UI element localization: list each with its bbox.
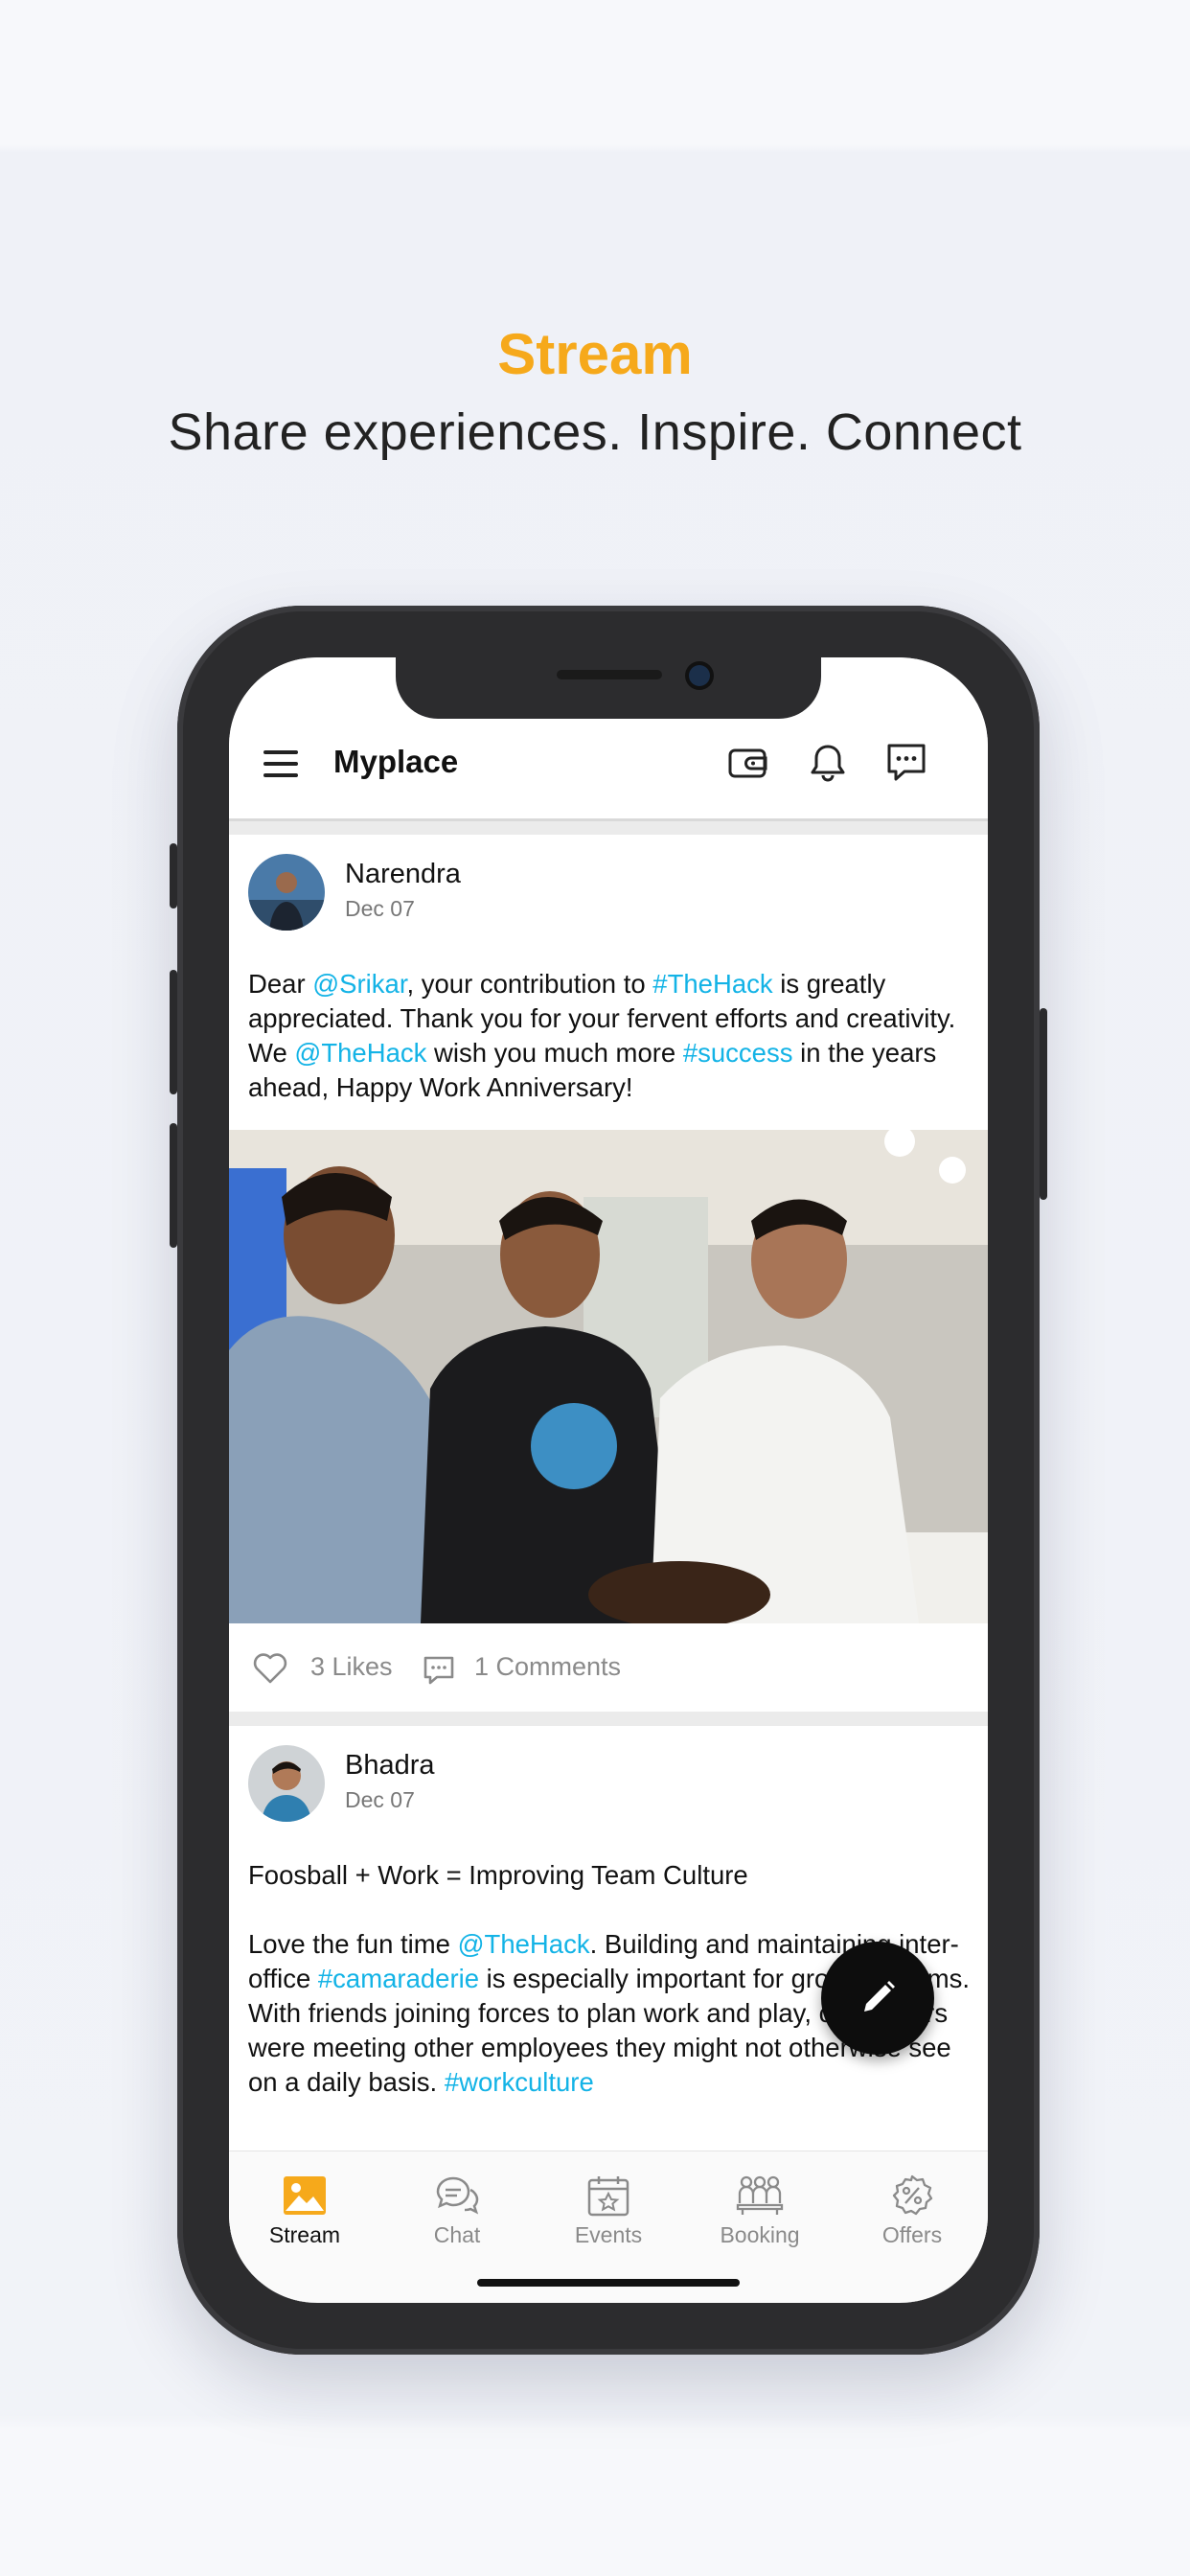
nav-label: Chat — [433, 2222, 481, 2247]
nav-item-stream[interactable]: Stream — [238, 2174, 372, 2248]
post-tag-link[interactable]: #camaraderie — [318, 1964, 479, 1993]
hamburger-menu-icon[interactable] — [263, 750, 298, 777]
post-text-segment: Dear — [248, 969, 313, 999]
bell-icon[interactable] — [805, 740, 851, 786]
mute-switch — [170, 843, 177, 908]
heart-icon[interactable] — [252, 1652, 288, 1685]
post-date: Dec 07 — [345, 896, 415, 921]
compose-post-button[interactable] — [821, 1942, 934, 2055]
front-camera — [689, 665, 710, 686]
nav-item-chat[interactable]: Chat — [390, 2174, 524, 2248]
discount-icon — [892, 2174, 933, 2216]
chat-bubble-icon[interactable] — [883, 740, 929, 786]
post-date: Dec 07 — [345, 1787, 415, 1812]
comment-icon[interactable] — [423, 1655, 455, 1686]
volume-up-button — [170, 970, 177, 1094]
nav-label: Events — [574, 2222, 643, 2247]
post-photo[interactable] — [229, 1130, 988, 1623]
post-author[interactable]: Bhadra — [345, 1750, 435, 1782]
phone-screen: Myplace Narendra Dec 07 Dear @Srikar, yo… — [229, 657, 988, 2303]
notch — [396, 657, 821, 719]
post-tag-link[interactable]: @Srikar — [312, 969, 406, 999]
post-tag-link[interactable]: #TheHack — [652, 969, 772, 999]
power-button — [1040, 1008, 1047, 1200]
post-tag-link[interactable]: @TheHack — [294, 1038, 426, 1068]
volume-down-button — [170, 1123, 177, 1248]
post-tag-link[interactable]: @TheHack — [458, 1929, 590, 1959]
promo-title: Stream — [497, 322, 693, 386]
avatar[interactable] — [248, 1745, 325, 1822]
home-indicator[interactable] — [477, 2279, 740, 2287]
phone-mockup: Myplace Narendra Dec 07 Dear @Srikar, yo… — [170, 606, 1047, 2355]
nav-label: Booking — [720, 2222, 800, 2247]
post-card: Narendra Dec 07 Dear @Srikar, your contr… — [229, 835, 988, 1712]
speaker — [557, 670, 662, 679]
promo-subtitle: Share experiences. Inspire. Connect — [168, 403, 1022, 461]
calendar-icon — [587, 2176, 629, 2217]
post-tag-link[interactable]: #success — [683, 1038, 793, 1068]
people-icon — [736, 2175, 784, 2215]
nav-label: Stream — [268, 2222, 341, 2247]
avatar[interactable] — [248, 854, 325, 931]
post-body: Dear @Srikar, your contribution to #TheH… — [248, 967, 976, 1105]
nav-item-booking[interactable]: Booking — [693, 2174, 827, 2248]
post-actions: 3 Likes 1 Comments — [229, 1623, 988, 1710]
post-author[interactable]: Narendra — [345, 859, 461, 890]
app-title: Myplace — [333, 744, 459, 779]
wallet-icon[interactable] — [725, 740, 771, 786]
post-text-segment: wish you much more — [426, 1038, 683, 1068]
nav-label: Offers — [881, 2222, 943, 2247]
comments-count[interactable]: 1 Comments — [474, 1652, 621, 1682]
chat-icon — [436, 2176, 479, 2215]
nav-item-offers[interactable]: Offers — [845, 2174, 979, 2248]
likes-count[interactable]: 3 Likes — [310, 1652, 393, 1682]
post-text-segment: , your contribution to — [406, 969, 653, 999]
post-tag-link[interactable]: #workculture — [445, 2067, 594, 2097]
nav-item-events[interactable]: Events — [541, 2174, 675, 2248]
pencil-icon — [864, 1981, 895, 2012]
image-icon — [284, 2176, 326, 2215]
